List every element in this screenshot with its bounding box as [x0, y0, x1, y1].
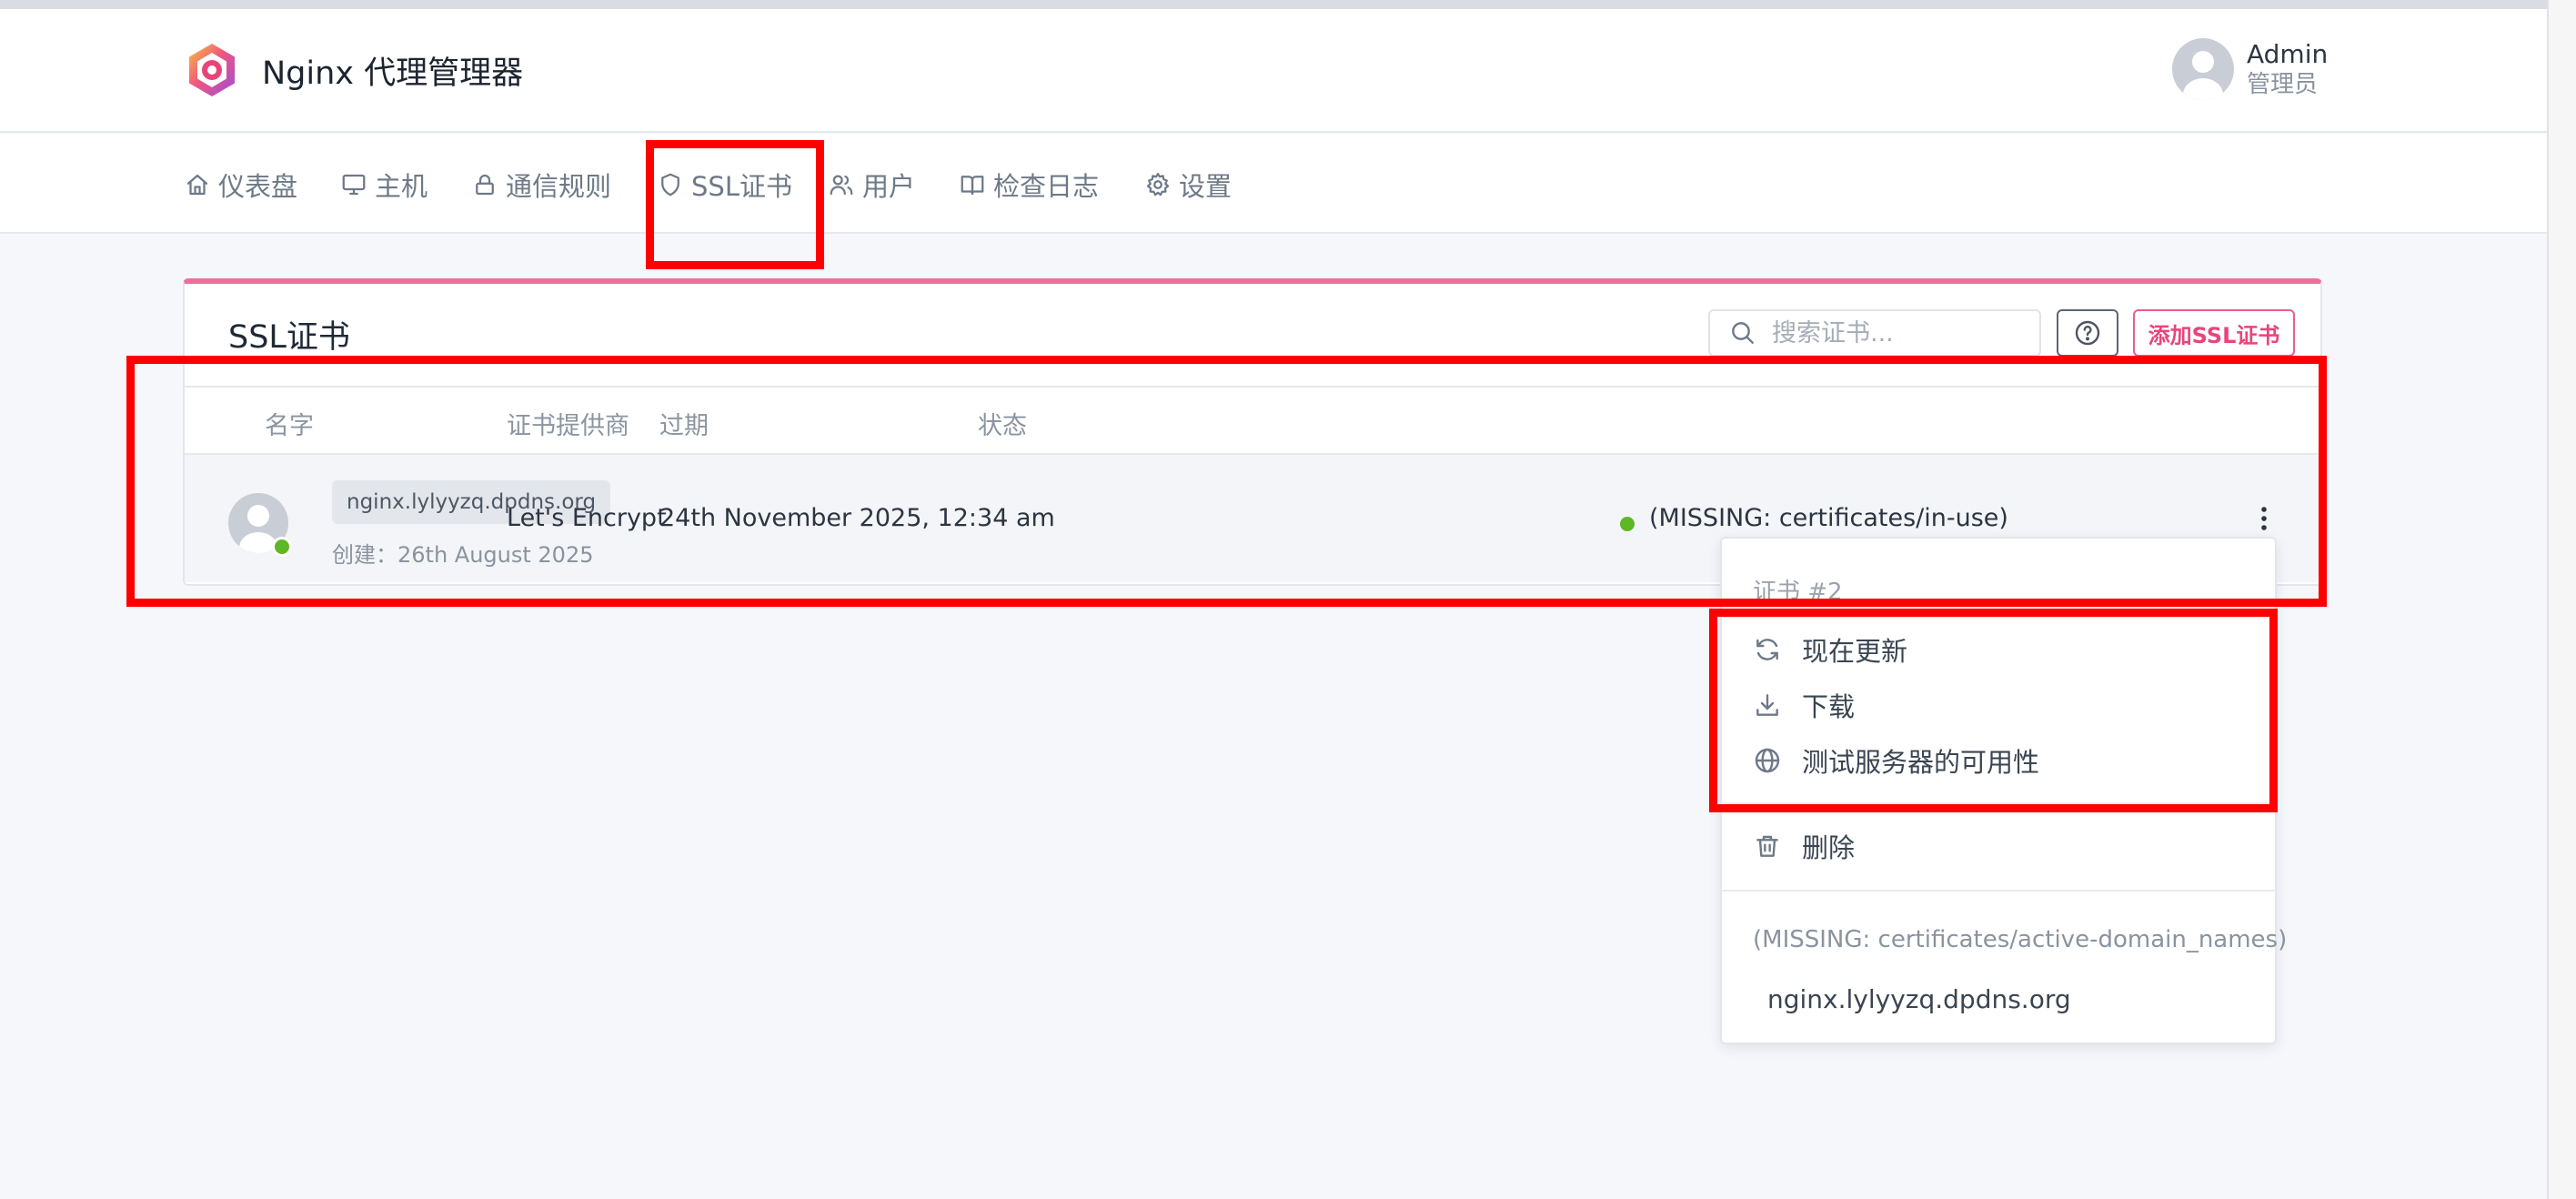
page-scrollbar[interactable]: [2547, 0, 2576, 1199]
certificate-provider: Let's Encrypt: [507, 504, 667, 532]
more-vertical-icon[interactable]: [2249, 502, 2279, 535]
certificate-actions-dropdown: 证书 #2 现在更新 下载 测试服务器的可用性 删除 (MISSING: cer…: [1720, 537, 2287, 1044]
lock-icon: [476, 174, 494, 196]
renew-now-menu-item[interactable]: 现在更新: [1753, 631, 1907, 668]
download-icon: [1756, 694, 1778, 716]
nav-item-label: 仪表盘: [218, 171, 298, 202]
help-circle-icon: [2075, 320, 2100, 346]
search-icon: [1732, 322, 1754, 344]
nav-item-label: 检查日志: [993, 171, 1100, 202]
table-header: 名字 证书提供商 过期 状态: [185, 386, 2320, 455]
column-header-name[interactable]: 名字: [265, 406, 314, 441]
nav-item-dashboard[interactable]: 仪表盘: [184, 166, 297, 203]
certificate-created-date: 创建：26th August 2025: [332, 542, 594, 568]
active-domain-names-label: (MISSING: certificates/active-domain_nam…: [1753, 926, 2288, 953]
user-avatar: [2172, 38, 2234, 100]
app-header: Nginx 代理管理器 Admin 管理员: [0, 9, 2547, 133]
nav-item-ssl-certificates[interactable]: SSL证书: [657, 166, 792, 203]
nav-item-label: 用户: [862, 171, 916, 202]
trash-icon: [1756, 835, 1778, 857]
book-icon: [961, 176, 984, 196]
online-status-dot: [272, 537, 292, 557]
main-nav: 仪表盘 主机 通信规则 SSL证书 用户 检查日志 设置: [0, 134, 2547, 234]
status-dot: [1620, 517, 1635, 531]
nav-item-label: SSL证书: [691, 171, 792, 202]
dropdown-header: 证书 #2: [1753, 579, 1843, 606]
shield-icon: [661, 173, 679, 196]
user-avatar-icon: [2183, 51, 2223, 100]
top-rule: [0, 0, 2547, 9]
test-server-reachability-menu-item[interactable]: 测试服务器的可用性: [1753, 742, 2039, 779]
menu-item-label: 现在更新: [1802, 636, 1908, 667]
dropdown-divider: [1722, 802, 2275, 804]
column-header-status[interactable]: 状态: [978, 406, 1027, 441]
search-input[interactable]: [1772, 315, 2036, 351]
nav-item-label: 主机: [375, 171, 428, 202]
nav-item-hosts[interactable]: 主机: [340, 166, 428, 203]
gear-icon: [1146, 173, 1170, 196]
nav-item-users[interactable]: 用户: [828, 166, 915, 203]
nav-item-settings[interactable]: 设置: [1144, 166, 1232, 203]
nginx-proxy-manager-logo-icon: [189, 44, 235, 96]
delete-menu-item[interactable]: 删除: [1753, 828, 1855, 864]
brand[interactable]: Nginx 代理管理器: [184, 42, 523, 98]
active-domain-name: nginx.lylyyzq.dpdns.org: [1767, 984, 2071, 1014]
dropdown-divider: [1722, 890, 2275, 892]
user-menu[interactable]: Admin 管理员: [2172, 38, 2328, 100]
globe-icon: [1755, 748, 1780, 773]
add-ssl-certificate-button[interactable]: 添加SSL证书: [2133, 309, 2295, 357]
help-button[interactable]: [2057, 309, 2118, 357]
users-icon: [830, 175, 853, 196]
menu-item-label: 删除: [1802, 832, 1856, 863]
app-title: Nginx 代理管理器: [262, 55, 524, 92]
refresh-icon: [1756, 639, 1778, 660]
menu-item-label: 测试服务器的可用性: [1802, 747, 2040, 778]
nav-item-audit-log[interactable]: 检查日志: [959, 166, 1099, 203]
column-header-provider[interactable]: 证书提供商: [507, 406, 629, 441]
column-header-expires[interactable]: 过期: [659, 406, 709, 441]
certificate-expires: 24th November 2025, 12:34 am: [659, 504, 1055, 532]
nav-item-label: 设置: [1179, 171, 1233, 202]
certificate-status: (MISSING: certificates/in-use): [1649, 504, 2008, 532]
search-box[interactable]: [1708, 309, 2041, 357]
home-icon: [186, 174, 208, 196]
menu-item-label: 下载: [1802, 691, 1856, 722]
user-text: Admin 管理员: [2247, 38, 2328, 100]
nav-item-label: 通信规则: [506, 171, 612, 202]
user-role: 管理员: [2247, 71, 2319, 99]
monitor-icon: [342, 174, 366, 196]
nav-item-access-rules[interactable]: 通信规则: [471, 166, 611, 203]
download-menu-item[interactable]: 下载: [1753, 687, 1855, 723]
card-title: SSL证书: [228, 319, 350, 356]
user-name: Admin: [2247, 39, 2329, 70]
